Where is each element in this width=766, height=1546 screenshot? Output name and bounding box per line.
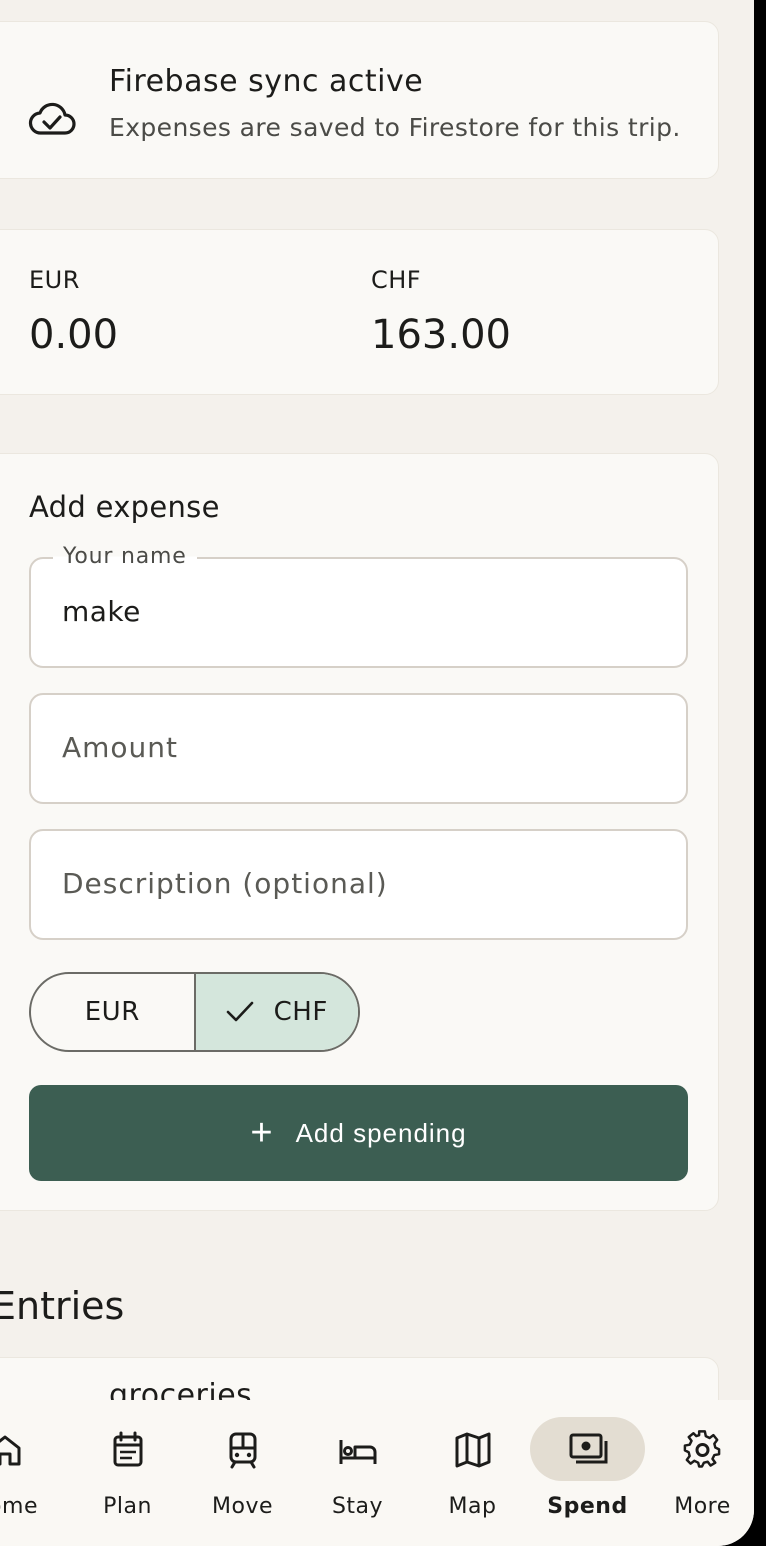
sync-subtitle: Expenses are saved to Firestore for this… — [109, 113, 681, 142]
nav-item-plan[interactable]: Plan — [70, 1400, 185, 1546]
map-icon — [455, 1432, 491, 1468]
money-icon — [569, 1433, 608, 1464]
nav-label-home: Home — [0, 1494, 38, 1519]
gear-icon — [683, 1430, 721, 1468]
nav-item-map[interactable]: Map — [415, 1400, 530, 1546]
add-expense-title: Add expense — [29, 490, 220, 524]
entries-heading: Entries — [0, 1284, 125, 1328]
home-icon — [0, 1435, 21, 1466]
totals-card: EUR 0.00 CHF 163.00 — [0, 229, 719, 395]
calendar-icon — [113, 1431, 143, 1467]
nav-item-spend[interactable]: Spend — [530, 1400, 645, 1546]
name-field-value[interactable]: make — [62, 595, 141, 628]
sync-title: Firebase sync active — [109, 64, 424, 99]
currency-option-chf[interactable]: CHF — [193, 974, 358, 1050]
name-field-label: Your name — [53, 544, 197, 569]
amount-field[interactable]: Amount — [29, 693, 688, 804]
currency-option-eur-label: EUR — [84, 997, 140, 1027]
train-icon — [229, 1432, 257, 1469]
description-placeholder: Description (optional) — [62, 867, 388, 900]
eur-total-label: EUR — [29, 266, 80, 294]
currency-option-eur[interactable]: EUR — [31, 974, 194, 1050]
nav-label-plan: Plan — [103, 1494, 152, 1519]
nav-label-move: Move — [212, 1494, 273, 1519]
bottom-navigation: Home Plan Move — [0, 1400, 754, 1546]
amount-placeholder: Amount — [62, 731, 179, 764]
nav-label-map: Map — [448, 1494, 497, 1519]
bed-icon — [339, 1440, 377, 1464]
add-spending-label: Add spending — [295, 1117, 467, 1148]
nav-label-stay: Stay — [331, 1494, 384, 1519]
currency-toggle: EUR CHF — [29, 972, 360, 1052]
currency-option-chf-label: CHF — [273, 997, 328, 1027]
screen: Firebase sync active Expenses are saved … — [0, 0, 754, 1546]
plus-icon: + — [250, 1112, 274, 1154]
add-spending-button[interactable]: + Add spending — [29, 1085, 688, 1181]
chf-total-value: 163.00 — [371, 312, 511, 358]
nav-label-spend: Spend — [547, 1494, 628, 1519]
check-icon — [226, 1001, 253, 1022]
nav-item-move[interactable]: Move — [185, 1400, 300, 1546]
nav-label-more: More — [674, 1494, 731, 1519]
eur-total-value: 0.00 — [29, 312, 119, 358]
nav-item-stay[interactable]: Stay — [300, 1400, 415, 1546]
nav-item-more[interactable]: More — [645, 1400, 754, 1546]
description-field[interactable]: Description (optional) — [29, 829, 688, 940]
name-field[interactable]: Your name make — [29, 544, 688, 668]
cloud-check-icon — [28, 102, 76, 135]
nav-item-home[interactable]: Home — [0, 1400, 62, 1546]
add-expense-card: Add expense Your name make Amount Descri… — [0, 453, 719, 1211]
sync-status-card: Firebase sync active Expenses are saved … — [0, 21, 719, 179]
chf-total-label: CHF — [371, 266, 422, 294]
